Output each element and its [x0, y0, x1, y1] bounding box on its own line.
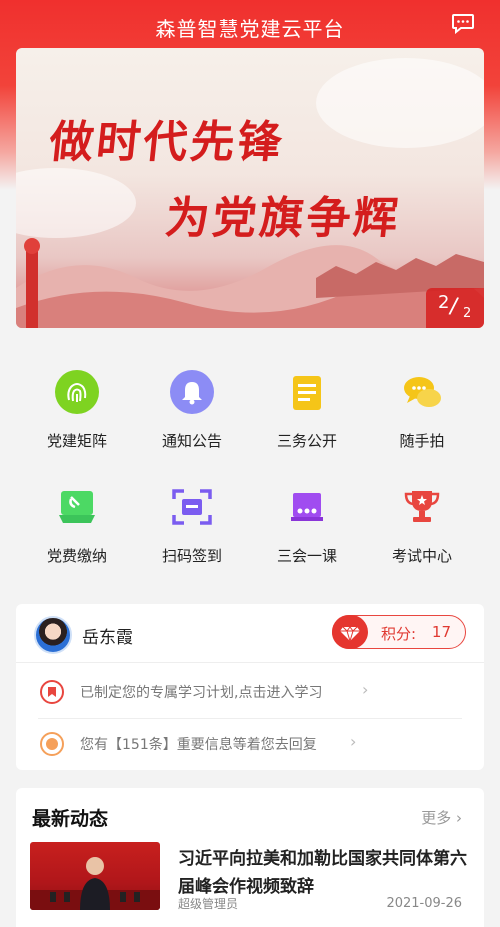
- notice-text: 您有【151条】重要信息等着您去回复: [80, 737, 317, 753]
- pager-separator: /: [447, 293, 460, 320]
- app-title: 森普智慧党建云平台: [155, 17, 345, 41]
- pager-total: 2: [463, 306, 472, 321]
- banner-pager: 2 / 2: [426, 288, 484, 328]
- cloud-decoration: [316, 58, 484, 148]
- great-wall-illustration: [16, 238, 484, 328]
- user-name: 岳东霞: [82, 628, 133, 648]
- avatar[interactable]: [34, 616, 72, 654]
- study-plan-notice[interactable]: 已制定您的专属学习计划,点击进入学习 ›: [16, 666, 484, 716]
- more-link[interactable]: 更多 ›: [421, 807, 462, 828]
- chat-bubbles-icon: [400, 370, 444, 414]
- news-thumbnail: [30, 842, 160, 910]
- party-flag-icon: [55, 485, 99, 529]
- news-card: 最新动态 更多 › 习近平向拉美和加勒比国家共同体第六届峰会作视频致辞 超级管理…: [16, 788, 484, 927]
- pager-current: 2: [438, 292, 450, 313]
- grid-label: 三务公开: [276, 432, 337, 450]
- grid-item-scan-checkin[interactable]: 扫码签到: [137, 475, 247, 565]
- bell-icon: [170, 370, 214, 414]
- grid-label: 通知公告: [161, 432, 222, 450]
- more-label: 更多: [421, 809, 452, 827]
- grid-label: 随手拍: [399, 432, 445, 450]
- divider: [16, 662, 484, 663]
- grid-item-party-fee[interactable]: 党费缴纳: [22, 475, 132, 565]
- grid-item-party-matrix[interactable]: 党建矩阵: [22, 360, 132, 450]
- dot-icon: [40, 732, 64, 756]
- news-headline: 习近平向拉美和加勒比国家共同体第六届峰会作视频致辞: [178, 849, 467, 897]
- meeting-icon: [285, 485, 329, 529]
- banner-carousel[interactable]: 做时代先锋 为党旗争辉 2 / 2: [16, 48, 484, 328]
- chevron-right-icon: ›: [456, 809, 462, 827]
- pending-reply-notice[interactable]: 您有【151条】重要信息等着您去回复 ›: [16, 718, 484, 768]
- user-card: 岳东霞 积分: 17 已制定您的专属学习计划,点击进入学习 › 您有【151条】…: [16, 604, 484, 770]
- section-title: 最新动态: [32, 808, 109, 830]
- scan-icon: [170, 485, 214, 529]
- chevron-right-icon: ›: [362, 680, 369, 699]
- grid-label: 党建矩阵: [46, 432, 107, 450]
- fingerprint-icon: [55, 370, 99, 414]
- points-label: 积分:: [381, 625, 417, 643]
- chevron-right-icon: ›: [350, 732, 357, 751]
- grid-label: 考试中心: [391, 547, 452, 565]
- document-icon: [285, 370, 329, 414]
- news-author: 超级管理员: [178, 897, 239, 911]
- book-icon: [40, 680, 64, 704]
- grid-item-exam-center[interactable]: 考试中心: [367, 475, 477, 565]
- grid-label: 党费缴纳: [46, 547, 107, 565]
- feature-grid: 党建矩阵 通知公告 三务公开 随手拍 党费缴纳 扫码签到 三会一课 考试中心: [0, 360, 500, 580]
- diamond-icon: [332, 615, 368, 649]
- grid-item-three-affairs[interactable]: 三务公开: [252, 360, 362, 450]
- trophy-icon: [400, 485, 444, 529]
- news-date: 2021-09-26: [386, 896, 462, 911]
- grid-label: 三会一课: [276, 547, 337, 565]
- grid-label: 扫码签到: [161, 547, 222, 565]
- points-value: 17: [431, 623, 451, 641]
- points-badge[interactable]: 积分: 17: [332, 615, 466, 649]
- grid-item-snapshot[interactable]: 随手拍: [367, 360, 477, 450]
- app-header: 森普智慧党建云平台: [0, 0, 500, 50]
- banner-slogan-line1: 做时代先锋: [46, 117, 288, 168]
- chat-icon[interactable]: [452, 14, 474, 35]
- grid-item-meetings[interactable]: 三会一课: [252, 475, 362, 565]
- grid-item-notice[interactable]: 通知公告: [137, 360, 247, 450]
- notice-text: 已制定您的专属学习计划,点击进入学习: [80, 685, 323, 701]
